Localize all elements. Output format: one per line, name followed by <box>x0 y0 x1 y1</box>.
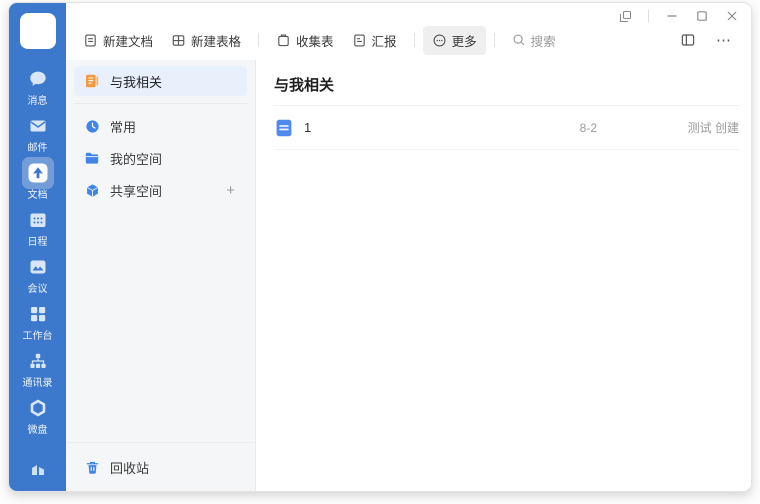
collect-form-label: 收集表 <box>296 34 334 49</box>
sidebar-item-frequent[interactable]: 常用 <box>74 111 247 141</box>
sidebar-item-label: 回收站 <box>110 460 150 476</box>
sidebar-item-my-space[interactable]: 我的空间 <box>74 143 247 173</box>
collect-form-button[interactable]: 收集表 <box>267 26 343 55</box>
report-button[interactable]: 汇报 <box>343 26 406 55</box>
new-sheet-label: 新建表格 <box>191 34 242 49</box>
trash-icon <box>86 461 98 474</box>
rail-item-workbench[interactable]: 工作台 <box>9 298 66 344</box>
sidebar-item-label: 共享空间 <box>110 183 163 199</box>
rail-item-drive[interactable]: 微盘 <box>9 392 66 438</box>
clock-icon <box>85 119 99 133</box>
close-icon[interactable] <box>725 9 739 23</box>
new-doc-icon <box>85 34 96 47</box>
more-button[interactable]: 更多 <box>422 25 486 55</box>
divider <box>74 103 247 104</box>
file-creator: 测试 创建 <box>687 121 739 135</box>
maximize-icon[interactable] <box>695 9 709 23</box>
search-icon <box>513 34 524 46</box>
doc-arrow-icon <box>28 163 47 183</box>
more-circle-icon <box>433 33 446 47</box>
org-tree-icon <box>29 353 46 368</box>
toolbar: 新建文档 新建表格 收集表 汇报 更多 搜索 ⋯ <box>74 25 743 55</box>
divider <box>258 33 260 47</box>
sidebar-item-shared-space[interactable]: 共享空间 + <box>74 175 247 205</box>
rail-item-mail[interactable]: 邮件 <box>9 110 66 156</box>
page-title: 与我相关 <box>274 77 335 94</box>
docs-sidebar: 与我相关 常用 我的空间 共享空间 + 回收站 <box>66 60 256 491</box>
rail-label: 文档 <box>27 190 48 201</box>
rail-label: 通讯录 <box>22 378 53 389</box>
divider <box>493 33 495 47</box>
sidebar-item-related-to-me[interactable]: 与我相关 <box>74 66 247 96</box>
window-controls <box>618 9 739 23</box>
app-window: 消息 邮件 文档 日程 会议 工作台 通讯录 微盘 新建文档 新建表格 收集表 … <box>8 2 752 492</box>
search-placeholder: 搜索 <box>530 34 556 49</box>
rail-item-docs[interactable]: 文档 <box>9 157 66 203</box>
drive-icon <box>30 399 45 417</box>
divider <box>648 10 649 22</box>
orange-doc-icon <box>86 74 99 88</box>
overflow-menu-icon[interactable]: ⋯ <box>713 29 735 51</box>
file-date: 8-2 <box>579 120 597 135</box>
cube-icon <box>86 183 98 197</box>
stats-chart-icon[interactable] <box>28 459 48 479</box>
panel-toggle-icon[interactable] <box>677 29 699 51</box>
minimize-icon[interactable] <box>665 9 679 23</box>
file-row[interactable]: 1 8-2 测试 创建 <box>274 106 739 150</box>
rail-item-calendar[interactable]: 日程 <box>9 204 66 250</box>
app-rail: 消息 邮件 文档 日程 会议 工作台 通讯录 微盘 <box>9 3 66 491</box>
folder-icon <box>85 152 99 164</box>
sidebar-footer: 回收站 <box>66 442 255 491</box>
add-shared-space-button[interactable]: + <box>224 183 237 198</box>
rail-item-meeting[interactable]: 会议 <box>9 251 66 297</box>
more-label: 更多 <box>451 34 477 49</box>
report-label: 汇报 <box>371 34 397 49</box>
doc-list-panel: 与我相关 1 8-2 测试 创建 <box>256 60 751 491</box>
popout-icon[interactable] <box>618 9 632 23</box>
sidebar-item-label: 与我相关 <box>110 74 163 90</box>
divider <box>413 33 415 47</box>
rail-label: 消息 <box>27 96 48 107</box>
new-doc-label: 新建文档 <box>103 34 154 49</box>
report-icon <box>353 34 365 47</box>
rail-label: 日程 <box>27 237 48 248</box>
envelope-icon <box>30 120 45 132</box>
collect-form-icon <box>278 34 289 46</box>
rail-label: 工作台 <box>22 331 53 342</box>
rail-label: 微盘 <box>27 425 48 436</box>
sidebar-item-label: 我的空间 <box>110 151 163 167</box>
titlebar: 新建文档 新建表格 收集表 汇报 更多 搜索 ⋯ <box>66 3 751 60</box>
search-input[interactable]: 搜索 <box>503 26 623 55</box>
rail-item-messages[interactable]: 消息 <box>9 63 66 109</box>
new-doc-button[interactable]: 新建文档 <box>74 26 162 55</box>
file-name: 1 <box>304 120 312 135</box>
grid-icon <box>30 307 45 322</box>
rail-label: 邮件 <box>27 143 48 154</box>
list-header: 与我相关 <box>274 60 739 106</box>
rail-item-contacts[interactable]: 通讯录 <box>9 345 66 391</box>
new-sheet-icon <box>172 34 185 46</box>
calendar-icon <box>30 213 45 227</box>
doc-file-icon <box>276 119 292 136</box>
sidebar-item-recycle-bin[interactable]: 回收站 <box>74 452 247 482</box>
chat-bubble-icon <box>29 71 46 86</box>
new-sheet-button[interactable]: 新建表格 <box>162 26 250 55</box>
rail-label: 会议 <box>27 284 48 295</box>
meeting-icon <box>30 260 45 274</box>
avatar[interactable] <box>19 13 56 49</box>
sidebar-item-label: 常用 <box>110 119 137 135</box>
